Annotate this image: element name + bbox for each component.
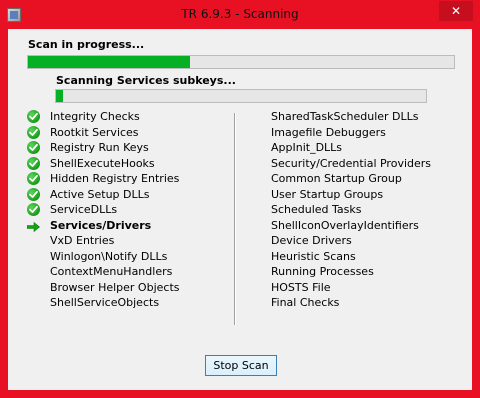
scan-step-item: Registry Run Keys	[27, 140, 180, 156]
app-window: TR 6.9.3 - Scanning ✕ Scan in progress..…	[0, 0, 480, 398]
scan-step-label: Services/Drivers	[50, 218, 152, 232]
scan-step-label: AppInit_DLLs	[271, 141, 343, 154]
scan-step-item: Rootkit Services	[27, 125, 180, 141]
check-circle-icon	[27, 203, 40, 216]
check-circle-icon	[27, 156, 40, 170]
scan-step-label: Imagefile Debuggers	[271, 125, 386, 139]
scan-step-label: Active Setup DLLs	[50, 187, 150, 201]
scan-step-item: Hidden Registry Entries	[27, 171, 180, 187]
close-button[interactable]: ✕	[439, 1, 473, 21]
scan-step-label: Hidden Registry Entries	[50, 172, 180, 185]
scan-step-label: User Startup Groups	[271, 187, 384, 201]
scan-step-item: Security/Credential Providers	[271, 156, 431, 172]
stop-scan-button[interactable]: Stop Scan	[205, 355, 277, 376]
scan-step-item: Device Drivers	[271, 233, 431, 249]
scan-status-label: Scan in progress...	[28, 38, 145, 51]
check-circle-icon	[27, 110, 40, 123]
check-circle-icon	[27, 172, 40, 185]
scan-step-item: ShellExecuteHooks	[27, 156, 180, 172]
scan-step-item: User Startup Groups	[271, 187, 431, 203]
column-divider	[234, 113, 236, 325]
scan-step-item: Heuristic Scans	[271, 249, 431, 265]
scan-step-item: Active Setup DLLs	[27, 187, 180, 203]
scan-step-item: Services/Drivers	[26, 218, 180, 234]
scan-steps-right: SharedTaskScheduler DLLs Imagefile Debugg…	[271, 109, 431, 311]
scan-step-label: SharedTaskScheduler DLLs	[271, 110, 419, 123]
green-arrow-icon	[26, 221, 40, 232]
scan-step-label: Running Processes	[271, 265, 374, 278]
scan-step-label: Browser Helper Objects	[50, 280, 180, 294]
scan-step-item: Imagefile Debuggers	[271, 125, 431, 141]
scan-step-label: HOSTS File	[271, 280, 331, 294]
scan-step-label: Winlogon\Notify DLLs	[50, 249, 168, 263]
scan-step-label: Scheduled Tasks	[271, 203, 362, 216]
scan-step-item: ShellIconOverlayIdentifiers	[271, 218, 431, 234]
scan-step-label: Device Drivers	[271, 234, 352, 247]
scan-step-label: Rootkit Services	[50, 125, 139, 139]
sub-progress-bar	[55, 89, 427, 103]
scan-substatus-label: Scanning Services subkeys...	[56, 74, 236, 87]
scan-step-label: Final Checks	[271, 296, 340, 309]
title-bar[interactable]: TR 6.9.3 - Scanning ✕	[1, 1, 479, 29]
window-title: TR 6.9.3 - Scanning	[181, 7, 299, 21]
scan-panel: Scan in progress... Scanning Services su…	[8, 29, 472, 390]
scan-step-label: ShellExecuteHooks	[50, 156, 155, 170]
scan-step-label: Integrity Checks	[50, 110, 140, 123]
scan-step-label: ShellServiceObjects	[50, 296, 160, 309]
scan-step-item: VxD Entries	[27, 233, 180, 249]
scan-step-item: HOSTS File	[271, 280, 431, 296]
scan-step-item: Running Processes	[271, 264, 431, 280]
scan-step-item: ServiceDLLs	[27, 202, 180, 218]
main-progress-fill	[28, 56, 190, 68]
main-progress-bar	[27, 55, 455, 69]
scan-step-item: Winlogon\Notify DLLs	[27, 249, 180, 265]
scan-step-item: ContextMenuHandlers	[27, 264, 180, 280]
scan-step-item: Final Checks	[271, 295, 431, 311]
check-circle-icon	[27, 141, 40, 154]
check-circle-icon	[27, 125, 40, 139]
scan-step-item: Browser Helper Objects	[27, 280, 180, 296]
scan-steps-left: Integrity Checks Rootkit Services Registry…	[26, 109, 180, 311]
scan-step-label: Common Startup Group	[271, 172, 402, 185]
scan-step-label: Security/Credential Providers	[271, 156, 432, 170]
scan-step-item: AppInit_DLLs	[271, 140, 431, 156]
scan-step-item: ShellServiceObjects	[27, 295, 180, 311]
scan-step-item: Integrity Checks	[27, 109, 180, 125]
scan-step-item: Scheduled Tasks	[271, 202, 431, 218]
check-circle-icon	[27, 187, 40, 201]
scan-step-item: SharedTaskScheduler DLLs	[271, 109, 431, 125]
scan-step-label: ContextMenuHandlers	[50, 265, 173, 278]
scan-step-label: ShellIconOverlayIdentifiers	[271, 218, 419, 232]
scan-step-item: Common Startup Group	[271, 171, 431, 187]
sub-progress-fill	[56, 90, 64, 102]
scan-step-label: VxD Entries	[50, 234, 115, 247]
scan-step-label: ServiceDLLs	[50, 203, 118, 216]
scan-step-label: Heuristic Scans	[271, 249, 356, 263]
scan-step-label: Registry Run Keys	[50, 141, 149, 154]
